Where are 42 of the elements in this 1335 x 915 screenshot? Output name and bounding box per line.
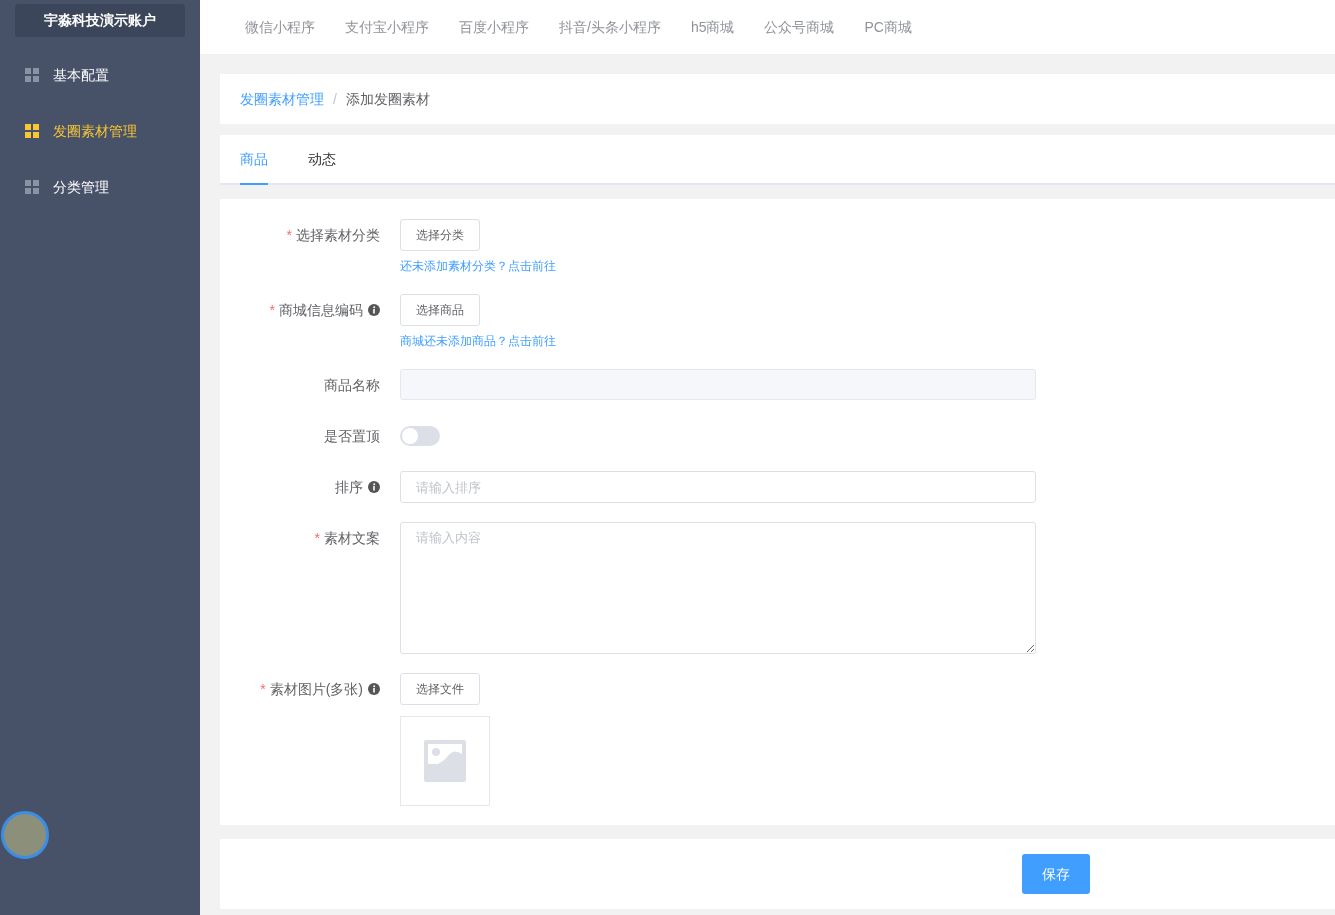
grid-icon	[25, 180, 39, 194]
field-label: 排序	[335, 477, 363, 497]
account-label: 宇淼科技演示账户	[15, 4, 185, 37]
field-label: 是否置顶	[324, 426, 380, 446]
grid-icon	[25, 68, 39, 82]
field-label: 商城信息编码	[279, 300, 363, 320]
field-label: 商品名称	[324, 375, 380, 395]
nav-link[interactable]: 支付宝小程序	[345, 16, 429, 38]
sidebar-item[interactable]: 发圈素材管理	[0, 103, 200, 159]
required-mark: *	[286, 225, 292, 245]
input-field[interactable]: 请输入排序	[400, 471, 1036, 503]
required-mark: *	[269, 300, 275, 320]
select-button[interactable]: 选择商品	[400, 294, 480, 326]
select-button[interactable]: 选择文件	[400, 673, 480, 705]
nav-link[interactable]: 微信小程序	[245, 16, 315, 38]
sidebar-item[interactable]: 分类管理	[0, 159, 200, 215]
field-label: 素材图片(多张)	[269, 679, 363, 699]
image-icon	[424, 740, 466, 782]
toggle-switch[interactable]	[400, 426, 440, 446]
required-mark: *	[260, 679, 266, 699]
input-field[interactable]	[400, 369, 1036, 400]
breadcrumb-link[interactable]: 发圈素材管理	[240, 88, 324, 110]
sidebar-item[interactable]: 基本配置	[0, 47, 200, 103]
hint-link[interactable]: 还未添加素材分类？点击前往	[400, 257, 556, 275]
nav-link[interactable]: PC商城	[864, 16, 912, 38]
field-label: 素材文案	[324, 528, 380, 548]
tab[interactable]: 动态	[308, 135, 336, 185]
breadcrumb-current: 添加发圈素材	[345, 89, 430, 109]
avatar[interactable]	[1, 811, 49, 859]
nav-link[interactable]: 百度小程序	[459, 16, 529, 38]
grid-icon	[25, 124, 39, 138]
select-button[interactable]: 选择分类	[400, 219, 480, 251]
nav-link[interactable]: 公众号商城	[764, 16, 835, 38]
breadcrumb-separator: /	[333, 89, 337, 109]
tab[interactable]: 商品	[240, 135, 268, 185]
required-mark: *	[314, 528, 320, 548]
nav-link[interactable]: h5商城	[690, 16, 735, 38]
text-area[interactable]: 请输入内容	[400, 522, 1036, 654]
field-label: 选择素材分类	[296, 225, 380, 245]
nav-link[interactable]: 抖音/头条小程序	[559, 16, 661, 38]
save-button[interactable]: 保存	[1022, 854, 1090, 894]
hint-link[interactable]: 商城还未添加商品？点击前往	[400, 332, 556, 350]
